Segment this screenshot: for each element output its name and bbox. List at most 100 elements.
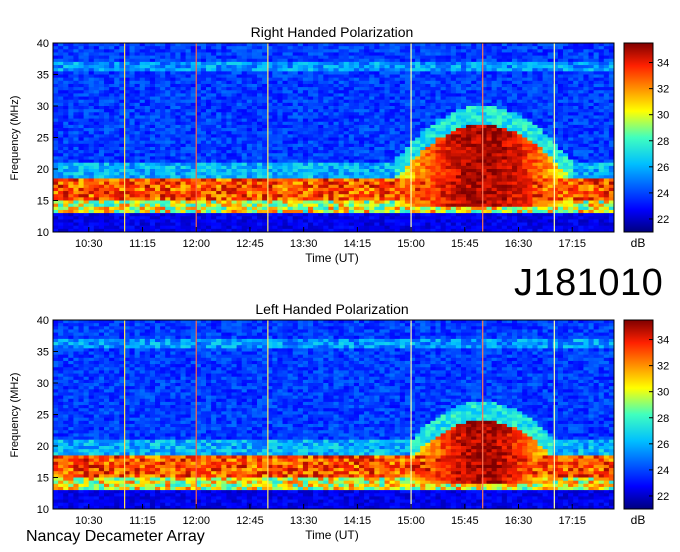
spectrogram-cell (93, 83, 100, 88)
spectrogram-cell (302, 87, 309, 91)
spectrogram-cell (547, 128, 554, 132)
spectrogram-cell (73, 112, 79, 116)
spectrogram-cell (160, 46, 166, 50)
spectrogram-cell (129, 68, 135, 72)
spectrogram-cell (180, 137, 186, 142)
spectrogram-cell (53, 49, 59, 53)
spectrogram-cell (466, 109, 472, 113)
spectrogram-cell (104, 68, 110, 72)
spectrogram-cell (568, 172, 574, 176)
spectrogram-cell (450, 90, 457, 94)
spectrogram-cell (160, 52, 166, 56)
spectrogram-cell (420, 146, 426, 151)
spectrogram-cell (73, 156, 79, 160)
spectrogram-cell (88, 49, 95, 53)
spectrogram-cell (308, 128, 314, 132)
spectrogram-cell (527, 124, 533, 129)
spectrogram-cell (160, 143, 166, 148)
spectrogram-cell (598, 128, 605, 132)
spectrogram-cell (68, 140, 74, 145)
spectrogram-cell (598, 172, 605, 176)
spectrogram-cell (379, 106, 385, 110)
spectrogram-cell (262, 121, 268, 126)
spectrogram-cell (134, 77, 141, 82)
spectrogram-cell (200, 52, 207, 56)
spectrogram-cell (139, 131, 146, 135)
spectrogram-cell (272, 169, 278, 173)
spectrogram-cell (160, 96, 166, 101)
spectrogram-cell (216, 169, 222, 173)
spectrogram-cell (272, 109, 278, 113)
spectrogram-cell (257, 112, 263, 116)
spectrogram-cell (404, 55, 411, 60)
spectrogram-cell (246, 172, 253, 176)
spectrogram-cell (246, 112, 253, 116)
spectrogram-cell (277, 106, 283, 110)
spectrogram-cell (287, 112, 294, 116)
spectrogram-cell (292, 87, 299, 91)
spectrogram-cell (603, 156, 610, 160)
spectrogram-cell (272, 146, 278, 151)
spectrogram-cell (53, 124, 59, 129)
spectrogram-cell (394, 172, 401, 176)
spectrogram-cell (323, 49, 329, 53)
spectrogram-cell (139, 156, 146, 160)
spectrogram-cell (83, 90, 90, 94)
spectrogram-cell (338, 65, 345, 69)
spectrogram-cell (170, 159, 176, 164)
spectrogram-cell (527, 49, 533, 53)
spectrogram-cell (425, 83, 431, 88)
spectrogram-cell (568, 121, 574, 126)
spectrogram-cell (236, 156, 243, 160)
spectrogram-cell (486, 102, 492, 107)
spectrogram-cell (236, 140, 243, 145)
spectrogram-cell (165, 137, 171, 142)
spectrogram-cell (318, 124, 324, 129)
spectrogram-cell (262, 58, 268, 63)
spectrogram-cell (139, 146, 146, 151)
spectrogram-cell (114, 181, 120, 186)
spectrogram-cell (251, 184, 258, 189)
spectrogram-cell (109, 93, 115, 97)
spectrogram-cell (389, 172, 396, 176)
spectrogram-cell (221, 175, 227, 179)
spectrogram-cell (343, 115, 350, 119)
spectrogram-cell (420, 112, 426, 116)
spectrogram-cell (527, 52, 533, 56)
spectrogram-cell (323, 159, 329, 164)
spectrogram-cell (455, 112, 462, 116)
spectrogram-cell (287, 118, 294, 123)
spectrogram-cell (165, 156, 171, 160)
spectrogram-cell (603, 43, 610, 47)
spectrogram-cell (262, 118, 268, 123)
spectrogram-cell (155, 184, 161, 189)
spectrogram-cell (578, 58, 584, 63)
spectrogram-cell (384, 115, 390, 119)
spectrogram-cell (404, 58, 411, 63)
spectrogram-cell (272, 181, 278, 186)
spectrogram-cell (104, 124, 110, 129)
spectrogram-cell (573, 121, 579, 126)
spectrogram-cell (578, 143, 584, 148)
spectrogram-cell (155, 96, 161, 101)
spectrogram-cell (496, 71, 503, 75)
spectrogram-cell (517, 131, 523, 135)
spectrogram-cell (522, 61, 528, 66)
spectrogram-cell (302, 124, 309, 129)
spectrogram-cell (430, 115, 436, 119)
spectrogram-cell (338, 49, 345, 53)
spectrogram-cell (379, 169, 385, 173)
spectrogram-cell (537, 55, 543, 60)
spectrogram-cell (180, 169, 186, 173)
spectrogram-cell (343, 58, 350, 63)
spectrogram-cell (83, 102, 90, 107)
spectrogram-cell (200, 74, 207, 79)
spectrogram-cell (226, 52, 232, 56)
spectrogram-cell (359, 87, 365, 91)
spectrogram-cell (374, 52, 380, 56)
spectrogram-cell (394, 124, 401, 129)
spectrogram-cell (149, 96, 156, 101)
spectrogram-cell (328, 43, 334, 47)
spectrogram-cell (348, 153, 355, 157)
spectrogram-cell (139, 165, 146, 170)
